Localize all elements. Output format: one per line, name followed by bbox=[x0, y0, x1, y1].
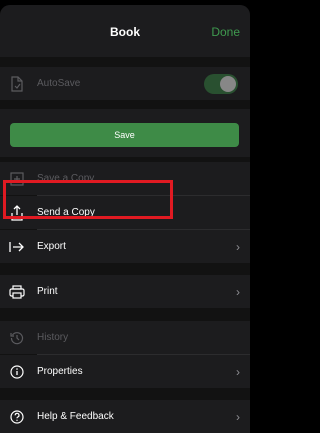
help-question-icon bbox=[9, 409, 25, 425]
autosave-label: AutoSave bbox=[37, 78, 81, 89]
menu-item-history[interactable]: History bbox=[0, 321, 250, 354]
send-copy-label: Send a Copy bbox=[37, 207, 95, 218]
menu-item-send-copy[interactable]: Send a Copy bbox=[0, 196, 250, 229]
properties-label: Properties bbox=[37, 366, 83, 377]
done-button[interactable]: Done bbox=[211, 25, 240, 39]
file-menu-sheet: Book Done AutoSave Save Save a Copy Send… bbox=[0, 5, 250, 433]
info-icon bbox=[9, 364, 25, 380]
menu-item-help[interactable]: Help & Feedback › bbox=[0, 400, 250, 433]
export-label: Export bbox=[37, 241, 66, 252]
chevron-right-icon: › bbox=[236, 364, 240, 379]
save-copy-label: Save a Copy bbox=[37, 173, 95, 184]
plus-box-icon bbox=[9, 171, 25, 187]
printer-icon bbox=[9, 284, 25, 300]
autosave-document-icon bbox=[9, 75, 25, 92]
chevron-right-icon: › bbox=[236, 239, 240, 254]
export-icon bbox=[9, 239, 25, 255]
save-section: Save bbox=[0, 109, 250, 157]
menu-item-properties[interactable]: Properties › bbox=[0, 355, 250, 388]
sheet-header: Book Done bbox=[0, 5, 250, 57]
save-button[interactable]: Save bbox=[10, 123, 239, 147]
share-icon bbox=[9, 204, 25, 221]
menu-item-save-copy[interactable]: Save a Copy bbox=[0, 162, 250, 195]
autosave-row: AutoSave bbox=[0, 67, 250, 100]
menu-item-print[interactable]: Print › bbox=[0, 275, 250, 308]
toggle-knob bbox=[220, 75, 236, 92]
history-label: History bbox=[37, 332, 69, 343]
print-label: Print bbox=[37, 286, 58, 297]
chevron-right-icon: › bbox=[236, 284, 240, 299]
history-clock-icon bbox=[9, 330, 25, 346]
chevron-right-icon: › bbox=[236, 409, 240, 424]
autosave-toggle[interactable] bbox=[204, 73, 238, 94]
help-label: Help & Feedback bbox=[37, 411, 114, 422]
menu-item-export[interactable]: Export › bbox=[0, 230, 250, 263]
